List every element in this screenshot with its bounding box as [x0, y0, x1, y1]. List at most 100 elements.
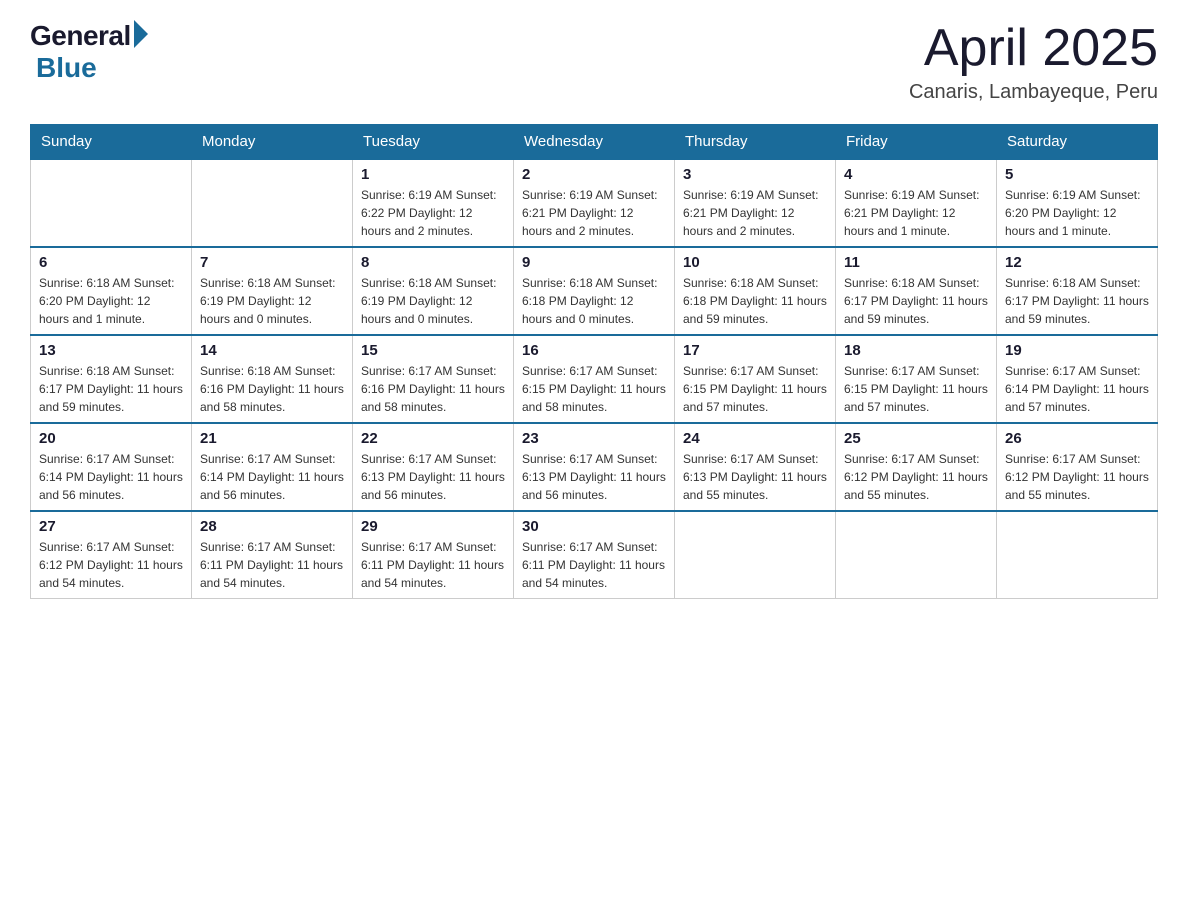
day-info: Sunrise: 6:18 AM Sunset: 6:19 PM Dayligh…: [200, 274, 344, 328]
calendar-cell: 25 Sunrise: 6:17 AM Sunset: 6:12 PM Dayli…: [836, 423, 997, 511]
logo-general-text: General: [30, 20, 131, 52]
day-number: 16: [522, 342, 666, 359]
day-info: Sunrise: 6:19 AM Sunset: 6:20 PM Dayligh…: [1005, 186, 1149, 240]
calendar-cell: 22 Sunrise: 6:17 AM Sunset: 6:13 PM Dayli…: [353, 423, 514, 511]
calendar-cell: [997, 511, 1158, 599]
day-info: Sunrise: 6:17 AM Sunset: 6:11 PM Dayligh…: [200, 538, 344, 592]
calendar-cell: 10 Sunrise: 6:18 AM Sunset: 6:18 PM Dayli…: [675, 247, 836, 335]
day-info: Sunrise: 6:17 AM Sunset: 6:13 PM Dayligh…: [361, 450, 505, 504]
page-header: General Blue April 2025 Canaris, Lambaye…: [30, 20, 1158, 104]
day-info: Sunrise: 6:17 AM Sunset: 6:11 PM Dayligh…: [361, 538, 505, 592]
day-info: Sunrise: 6:18 AM Sunset: 6:16 PM Dayligh…: [200, 362, 344, 416]
calendar-cell: 8 Sunrise: 6:18 AM Sunset: 6:19 PM Daylig…: [353, 247, 514, 335]
calendar-cell: 5 Sunrise: 6:19 AM Sunset: 6:20 PM Daylig…: [997, 159, 1158, 247]
calendar-cell: [675, 511, 836, 599]
day-info: Sunrise: 6:19 AM Sunset: 6:21 PM Dayligh…: [844, 186, 988, 240]
day-number: 23: [522, 430, 666, 447]
calendar-cell: 17 Sunrise: 6:17 AM Sunset: 6:15 PM Dayli…: [675, 335, 836, 423]
day-info: Sunrise: 6:18 AM Sunset: 6:18 PM Dayligh…: [683, 274, 827, 328]
day-number: 5: [1005, 166, 1149, 183]
calendar-cell: 2Sunrise: 6:19 AM Sunset: 6:21 PM Daylig…: [514, 159, 675, 247]
location-title: Canaris, Lambayeque, Peru: [909, 81, 1158, 104]
calendar-week-row: 27 Sunrise: 6:17 AM Sunset: 6:12 PM Dayli…: [31, 511, 1158, 599]
calendar-cell: 30 Sunrise: 6:17 AM Sunset: 6:11 PM Dayli…: [514, 511, 675, 599]
weekday-header-thursday: Thursday: [675, 125, 836, 160]
day-info: Sunrise: 6:17 AM Sunset: 6:12 PM Dayligh…: [1005, 450, 1149, 504]
day-info: Sunrise: 6:17 AM Sunset: 6:15 PM Dayligh…: [683, 362, 827, 416]
day-number: 28: [200, 518, 344, 535]
calendar-cell: [192, 159, 353, 247]
weekday-header-wednesday: Wednesday: [514, 125, 675, 160]
calendar-cell: 18Sunrise: 6:17 AM Sunset: 6:15 PM Dayli…: [836, 335, 997, 423]
day-number: 8: [361, 254, 505, 271]
day-number: 18: [844, 342, 988, 359]
calendar-cell: 11 Sunrise: 6:18 AM Sunset: 6:17 PM Dayli…: [836, 247, 997, 335]
day-number: 19: [1005, 342, 1149, 359]
logo-arrow-icon: [134, 20, 148, 48]
title-section: April 2025 Canaris, Lambayeque, Peru: [909, 20, 1158, 104]
day-info: Sunrise: 6:17 AM Sunset: 6:11 PM Dayligh…: [522, 538, 666, 592]
day-number: 1: [361, 166, 505, 183]
calendar-cell: 29Sunrise: 6:17 AM Sunset: 6:11 PM Dayli…: [353, 511, 514, 599]
day-number: 22: [361, 430, 505, 447]
day-info: Sunrise: 6:18 AM Sunset: 6:20 PM Dayligh…: [39, 274, 183, 328]
day-number: 3: [683, 166, 827, 183]
day-number: 17: [683, 342, 827, 359]
day-number: 20: [39, 430, 183, 447]
day-number: 2: [522, 166, 666, 183]
calendar-week-row: 1Sunrise: 6:19 AM Sunset: 6:22 PM Daylig…: [31, 159, 1158, 247]
calendar-week-row: 6Sunrise: 6:18 AM Sunset: 6:20 PM Daylig…: [31, 247, 1158, 335]
day-number: 27: [39, 518, 183, 535]
calendar-cell: 3 Sunrise: 6:19 AM Sunset: 6:21 PM Daylig…: [675, 159, 836, 247]
day-number: 24: [683, 430, 827, 447]
day-number: 21: [200, 430, 344, 447]
weekday-header-sunday: Sunday: [31, 125, 192, 160]
calendar-cell: 23 Sunrise: 6:17 AM Sunset: 6:13 PM Dayli…: [514, 423, 675, 511]
day-info: Sunrise: 6:17 AM Sunset: 6:14 PM Dayligh…: [39, 450, 183, 504]
calendar-table: SundayMondayTuesdayWednesdayThursdayFrid…: [30, 124, 1158, 599]
weekday-header-tuesday: Tuesday: [353, 125, 514, 160]
calendar-cell: 7Sunrise: 6:18 AM Sunset: 6:19 PM Daylig…: [192, 247, 353, 335]
day-number: 4: [844, 166, 988, 183]
calendar-cell: 13 Sunrise: 6:18 AM Sunset: 6:17 PM Dayli…: [31, 335, 192, 423]
logo-blue-text: Blue: [36, 52, 97, 84]
calendar-cell: 19 Sunrise: 6:17 AM Sunset: 6:14 PM Dayli…: [997, 335, 1158, 423]
day-number: 30: [522, 518, 666, 535]
weekday-header-monday: Monday: [192, 125, 353, 160]
day-info: Sunrise: 6:17 AM Sunset: 6:12 PM Dayligh…: [844, 450, 988, 504]
calendar-cell: 26 Sunrise: 6:17 AM Sunset: 6:12 PM Dayli…: [997, 423, 1158, 511]
calendar-cell: 21Sunrise: 6:17 AM Sunset: 6:14 PM Dayli…: [192, 423, 353, 511]
calendar-cell: 24 Sunrise: 6:17 AM Sunset: 6:13 PM Dayli…: [675, 423, 836, 511]
day-info: Sunrise: 6:17 AM Sunset: 6:13 PM Dayligh…: [522, 450, 666, 504]
calendar-cell: 6Sunrise: 6:18 AM Sunset: 6:20 PM Daylig…: [31, 247, 192, 335]
calendar-cell: 20 Sunrise: 6:17 AM Sunset: 6:14 PM Dayli…: [31, 423, 192, 511]
day-info: Sunrise: 6:17 AM Sunset: 6:12 PM Dayligh…: [39, 538, 183, 592]
day-number: 14: [200, 342, 344, 359]
calendar-cell: 27 Sunrise: 6:17 AM Sunset: 6:12 PM Dayli…: [31, 511, 192, 599]
calendar-cell: 15Sunrise: 6:17 AM Sunset: 6:16 PM Dayli…: [353, 335, 514, 423]
day-number: 26: [1005, 430, 1149, 447]
day-info: Sunrise: 6:18 AM Sunset: 6:17 PM Dayligh…: [39, 362, 183, 416]
calendar-cell: [31, 159, 192, 247]
day-info: Sunrise: 6:17 AM Sunset: 6:13 PM Dayligh…: [683, 450, 827, 504]
calendar-cell: 9 Sunrise: 6:18 AM Sunset: 6:18 PM Daylig…: [514, 247, 675, 335]
day-number: 12: [1005, 254, 1149, 271]
weekday-header-friday: Friday: [836, 125, 997, 160]
day-number: 11: [844, 254, 988, 271]
day-info: Sunrise: 6:18 AM Sunset: 6:18 PM Dayligh…: [522, 274, 666, 328]
day-number: 25: [844, 430, 988, 447]
day-info: Sunrise: 6:18 AM Sunset: 6:17 PM Dayligh…: [1005, 274, 1149, 328]
weekday-header-saturday: Saturday: [997, 125, 1158, 160]
day-info: Sunrise: 6:17 AM Sunset: 6:16 PM Dayligh…: [361, 362, 505, 416]
calendar-cell: 14 Sunrise: 6:18 AM Sunset: 6:16 PM Dayli…: [192, 335, 353, 423]
logo: General Blue: [30, 20, 148, 84]
day-info: Sunrise: 6:19 AM Sunset: 6:21 PM Dayligh…: [683, 186, 827, 240]
calendar-cell: 16Sunrise: 6:17 AM Sunset: 6:15 PM Dayli…: [514, 335, 675, 423]
day-info: Sunrise: 6:18 AM Sunset: 6:17 PM Dayligh…: [844, 274, 988, 328]
day-number: 9: [522, 254, 666, 271]
day-info: Sunrise: 6:18 AM Sunset: 6:19 PM Dayligh…: [361, 274, 505, 328]
day-number: 13: [39, 342, 183, 359]
calendar-cell: 28 Sunrise: 6:17 AM Sunset: 6:11 PM Dayli…: [192, 511, 353, 599]
day-info: Sunrise: 6:17 AM Sunset: 6:14 PM Dayligh…: [1005, 362, 1149, 416]
day-number: 10: [683, 254, 827, 271]
